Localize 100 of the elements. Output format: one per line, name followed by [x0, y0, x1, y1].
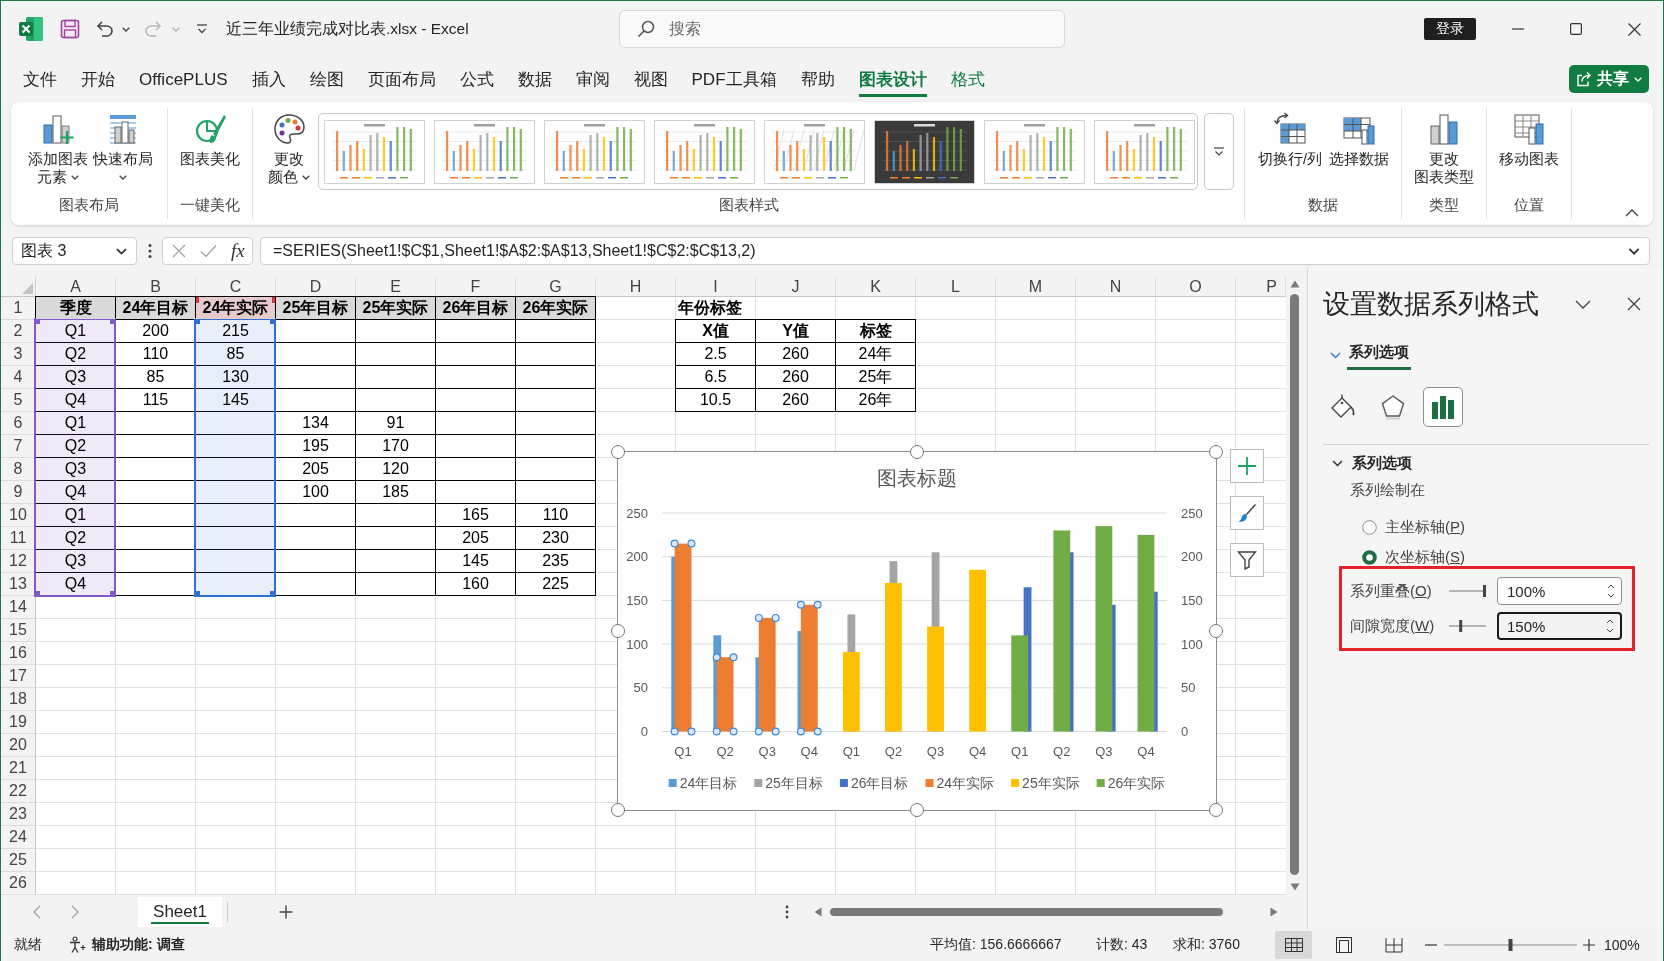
ribbon-tab[interactable]: 格式: [950, 61, 985, 97]
chevron-left-icon[interactable]: [33, 905, 41, 919]
slider-thumb[interactable]: [1459, 620, 1463, 632]
chart-style-thumbnail[interactable]: [1094, 120, 1195, 184]
chart-style-thumbnail[interactable]: [654, 120, 755, 184]
ribbon-button[interactable]: 移动图表: [1489, 108, 1569, 168]
selection-handle[interactable]: [796, 600, 805, 609]
section-title[interactable]: 系列选项: [1352, 453, 1412, 473]
caret-icon[interactable]: [122, 26, 130, 32]
insert-function-button[interactable]: fx: [231, 240, 245, 262]
selection-handle[interactable]: [712, 727, 721, 736]
ribbon-button[interactable]: 选择数据: [1326, 108, 1392, 168]
row-header[interactable]: 26: [1, 872, 36, 895]
spin-arrows-icon[interactable]: [1607, 583, 1615, 599]
chart-bar[interactable]: [1053, 530, 1071, 732]
row-header[interactable]: 14: [1, 596, 36, 619]
radio-button[interactable]: [1362, 519, 1377, 535]
resize-handle[interactable]: [1209, 803, 1223, 817]
chart-style-thumbnail[interactable]: [544, 120, 645, 184]
column-header[interactable]: A: [36, 277, 116, 297]
ribbon-tab[interactable]: 审阅: [575, 61, 610, 97]
ribbon-tab[interactable]: 视图: [633, 61, 668, 97]
selection-handle[interactable]: [813, 600, 822, 609]
resize-handle[interactable]: [1209, 624, 1223, 638]
spin-field[interactable]: 100%: [1497, 577, 1622, 605]
slider-track[interactable]: [1449, 619, 1486, 633]
selection-handle[interactable]: [687, 727, 696, 736]
row-header[interactable]: 25: [1, 849, 36, 872]
ribbon-tab[interactable]: 绘图: [309, 61, 344, 97]
radio-label[interactable]: 主坐标轴(P): [1385, 517, 1465, 537]
chart-bar[interactable]: [1095, 526, 1113, 732]
selection-handle[interactable]: [796, 727, 805, 736]
enter-icon[interactable]: [200, 244, 217, 258]
row-header[interactable]: 7: [1, 435, 36, 458]
row-header[interactable]: 24: [1, 826, 36, 849]
ribbon-button[interactable]: 图表美化: [170, 108, 250, 168]
column-header[interactable]: D: [276, 277, 356, 297]
selection-handle[interactable]: [687, 539, 696, 548]
scroll-right-icon[interactable]: [1270, 907, 1278, 917]
scrollbar-thumb[interactable]: [830, 908, 1223, 916]
ribbon-button[interactable]: 更改 颜色: [264, 108, 314, 186]
selection-handle[interactable]: [771, 727, 780, 736]
ribbon-tab[interactable]: OfficePLUS: [139, 61, 228, 97]
row-header[interactable]: 16: [1, 642, 36, 665]
row-header[interactable]: 20: [1, 734, 36, 757]
selection-handle[interactable]: [729, 727, 738, 736]
spin-arrows-icon[interactable]: [1606, 618, 1614, 634]
row-header[interactable]: 3: [1, 343, 36, 366]
chart-bar[interactable]: [1137, 534, 1155, 732]
slider-track[interactable]: [1449, 584, 1486, 598]
pane-tab[interactable]: 系列选项: [1347, 340, 1411, 370]
chart-style-thumbnail[interactable]: [874, 120, 975, 184]
column-header[interactable]: K: [836, 277, 916, 297]
slider-thumb[interactable]: [1483, 585, 1486, 597]
row-header[interactable]: 6: [1, 412, 36, 435]
chart-elements-button[interactable]: [1230, 449, 1264, 483]
chevron-down-icon[interactable]: [1332, 457, 1343, 469]
row-header[interactable]: 11: [1, 527, 36, 550]
row-header[interactable]: 23: [1, 803, 36, 826]
chart-style-thumbnail[interactable]: [984, 120, 1085, 184]
selection-handle[interactable]: [729, 653, 738, 662]
row-header[interactable]: 5: [1, 389, 36, 412]
undo-icon[interactable]: [94, 19, 114, 39]
column-header[interactable]: C: [196, 277, 276, 297]
accessibility-icon[interactable]: [68, 936, 86, 954]
row-header[interactable]: 12: [1, 550, 36, 573]
caret-icon[interactable]: [1628, 247, 1640, 255]
view-button[interactable]: [1275, 931, 1312, 959]
zoom-slider[interactable]: [1444, 938, 1577, 952]
row-header[interactable]: 21: [1, 757, 36, 780]
ribbon-button[interactable]: 快速布局: [92, 108, 154, 186]
ribbon-tab[interactable]: 帮助: [800, 61, 835, 97]
row-header[interactable]: 18: [1, 688, 36, 711]
more-icon[interactable]: [148, 243, 152, 259]
zoom-level[interactable]: 100%: [1604, 937, 1641, 953]
resize-handle[interactable]: [910, 445, 924, 459]
ribbon-tab[interactable]: 插入: [251, 61, 286, 97]
column-header[interactable]: B: [116, 277, 196, 297]
row-header[interactable]: 2: [1, 320, 36, 343]
search-field[interactable]: 搜索: [619, 10, 1065, 48]
chevron-down-icon[interactable]: [1575, 299, 1591, 309]
row-header[interactable]: 15: [1, 619, 36, 642]
scroll-down-icon[interactable]: [1289, 883, 1300, 891]
ribbon-tab[interactable]: 数据: [517, 61, 552, 97]
chevron-right-icon[interactable]: [71, 905, 79, 919]
chart-style-thumbnail[interactable]: [324, 120, 425, 184]
column-header[interactable]: M: [996, 277, 1076, 297]
more-icon[interactable]: [785, 905, 789, 919]
ribbon-button[interactable]: 添加图表 元素: [27, 108, 89, 186]
row-header[interactable]: 4: [1, 366, 36, 389]
ribbon-tab[interactable]: 图表设计: [858, 61, 927, 97]
column-header[interactable]: J: [756, 277, 836, 297]
radio-label[interactable]: 次坐标轴(S): [1385, 547, 1465, 567]
scrollbar-thumb[interactable]: [1290, 294, 1299, 875]
row-header[interactable]: 8: [1, 458, 36, 481]
close-icon[interactable]: [1627, 297, 1641, 311]
selection-handle[interactable]: [712, 653, 721, 662]
selection-handle[interactable]: [754, 727, 763, 736]
column-header[interactable]: O: [1156, 277, 1236, 297]
radio-button[interactable]: [1362, 549, 1377, 565]
